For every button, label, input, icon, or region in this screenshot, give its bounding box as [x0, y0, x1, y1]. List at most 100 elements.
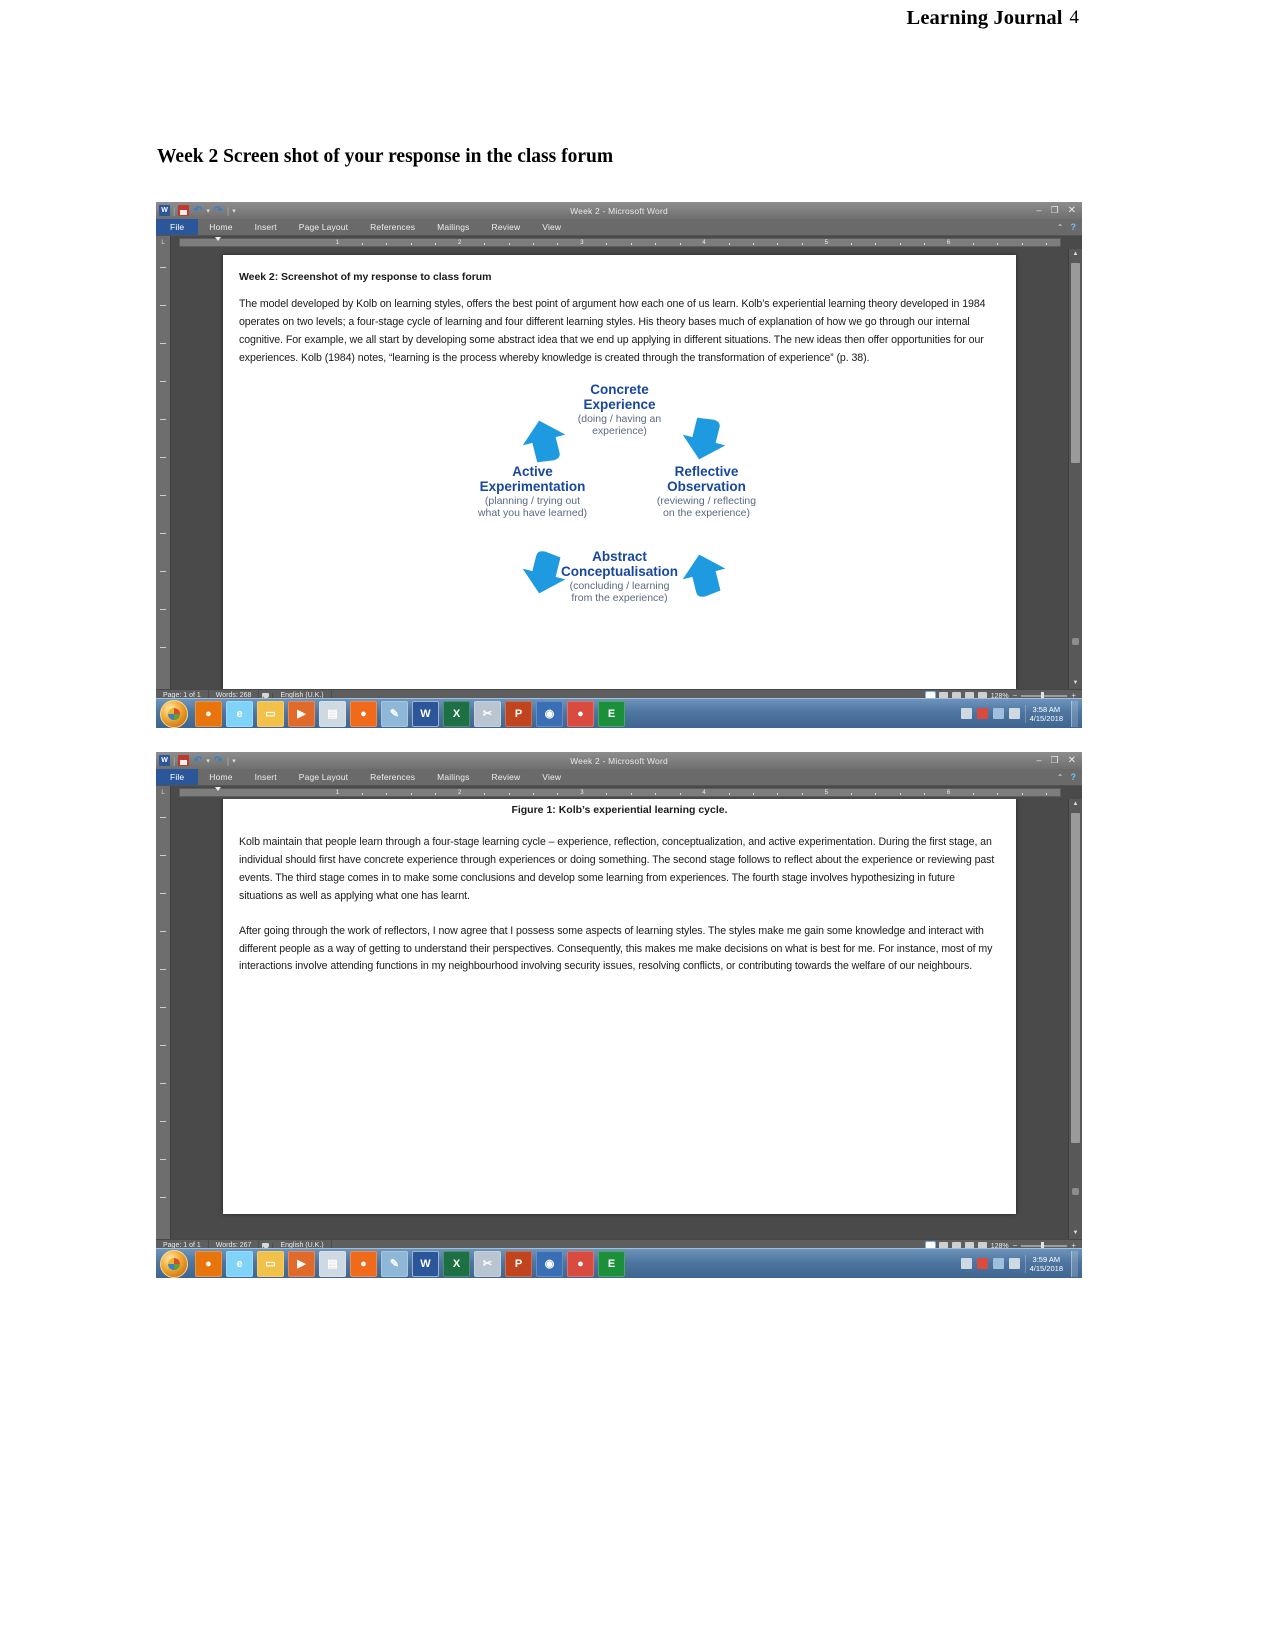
scrollbar-thumb[interactable] — [1071, 263, 1080, 463]
start-button-icon[interactable] — [160, 1249, 188, 1278]
minimize-button[interactable]: – — [1037, 206, 1042, 215]
save-icon[interactable] — [178, 755, 190, 766]
zoom-slider[interactable] — [1021, 692, 1068, 700]
excel-taskbar-icon[interactable]: X — [443, 1250, 470, 1277]
tray-network-icon[interactable] — [992, 1258, 1004, 1269]
ribbon-tab-file[interactable]: File — [156, 219, 199, 235]
ribbon-tab-references[interactable]: References — [359, 769, 426, 785]
zotero-taskbar-icon[interactable]: ◉ — [536, 700, 563, 727]
ribbon-tab-view[interactable]: View — [531, 769, 572, 785]
save-icon[interactable] — [178, 205, 190, 216]
window-controls[interactable]: – ❐ ✕ — [1037, 205, 1082, 216]
vertical-ruler[interactable] — [156, 249, 171, 689]
vertical-scrollbar[interactable]: ▲ ▼ — [1068, 799, 1082, 1239]
document-canvas[interactable]: Figure 1: Kolb’s experiential learning c… — [171, 799, 1068, 1239]
word-taskbar-icon[interactable]: W — [412, 1250, 439, 1277]
internet-explorer-taskbar-icon[interactable]: e — [226, 700, 253, 727]
tray-chevron-up-icon[interactable] — [960, 708, 972, 719]
ribbon-tab-review[interactable]: Review — [481, 219, 532, 235]
quick-access-toolbar[interactable]: W | ↶ ▾ ↷ | ▾ — [156, 205, 236, 216]
media-player-taskbar-icon[interactable]: ▶ — [288, 1250, 315, 1277]
ribbon-tab-references[interactable]: References — [359, 219, 426, 235]
edge-taskbar-icon[interactable]: E — [598, 1250, 625, 1277]
tab-selector-button[interactable]: L — [156, 236, 171, 249]
ribbon-tab-bar[interactable]: File Home Insert Page Layout References … — [156, 769, 1082, 786]
tray-network-icon[interactable] — [992, 708, 1004, 719]
vertical-scrollbar[interactable]: ▲ ▼ — [1068, 249, 1082, 689]
ribbon-tab-file[interactable]: File — [156, 769, 199, 785]
paint-taskbar-icon[interactable]: ✎ — [381, 700, 408, 727]
browse-object-icon[interactable] — [1072, 638, 1079, 645]
scroll-down-arrow-icon[interactable]: ▼ — [1073, 1228, 1079, 1239]
ribbon-right-controls[interactable]: ⌃ ? — [1057, 769, 1082, 785]
tray-volume-icon[interactable] — [1008, 1258, 1020, 1269]
undo-chevron-down-icon[interactable]: ▾ — [206, 207, 210, 215]
powerpoint-taskbar-icon[interactable]: P — [505, 700, 532, 727]
taskbar-items[interactable]: ● e ▭ ▶ ▤ ● ✎ W X ✂ P ◉ ● E — [195, 700, 625, 727]
tray-chevron-up-icon[interactable] — [960, 1258, 972, 1269]
collapse-ribbon-chevron-up-icon[interactable]: ⌃ — [1057, 773, 1064, 782]
redo-icon[interactable]: ↷ — [213, 755, 224, 766]
ribbon-right-controls[interactable]: ⌃ ? — [1057, 219, 1082, 235]
restore-button[interactable]: ❐ — [1051, 206, 1059, 215]
chrome-taskbar-icon[interactable]: ● — [567, 1250, 594, 1277]
paint-taskbar-icon[interactable]: ✎ — [381, 1250, 408, 1277]
ribbon-tab-page-layout[interactable]: Page Layout — [288, 219, 359, 235]
chrome-taskbar-icon[interactable]: ● — [567, 700, 594, 727]
internet-explorer-taskbar-icon[interactable]: e — [226, 1250, 253, 1277]
taskbar-items[interactable]: ● e ▭ ▶ ▤ ● ✎ W X ✂ P ◉ ● E — [195, 1250, 625, 1277]
taskbar-clock[interactable]: 3:59 AM 4/15/2018 — [1024, 1254, 1063, 1273]
word-taskbar-icon[interactable]: W — [412, 700, 439, 727]
document-canvas[interactable]: Week 2: Screenshot of my response to cla… — [171, 249, 1068, 689]
horizontal-ruler[interactable]: 1 2 3 4 5 6 — [179, 237, 1061, 247]
minimize-button[interactable]: – — [1037, 756, 1042, 765]
ribbon-tab-insert[interactable]: Insert — [244, 769, 288, 785]
snipping-tool-taskbar-icon[interactable]: ✂ — [474, 1250, 501, 1277]
ribbon-tab-review[interactable]: Review — [481, 769, 532, 785]
snipping-tool-taskbar-icon[interactable]: ✂ — [474, 700, 501, 727]
ribbon-tab-page-layout[interactable]: Page Layout — [288, 769, 359, 785]
start-button-icon[interactable] — [160, 699, 188, 728]
mozilla-taskbar-icon[interactable]: ● — [350, 1250, 377, 1277]
help-icon[interactable]: ? — [1071, 222, 1077, 232]
indent-marker[interactable] — [215, 237, 222, 241]
customize-qat-chevron-down-icon[interactable]: ▾ — [232, 207, 236, 215]
tray-action-center-icon[interactable] — [976, 1258, 988, 1269]
show-desktop-button[interactable] — [1071, 1250, 1078, 1277]
file-explorer-taskbar-icon[interactable]: ▭ — [257, 700, 284, 727]
quick-access-toolbar[interactable]: W | ↶ ▾ ↷ | ▾ — [156, 755, 236, 766]
ribbon-tab-bar[interactable]: File Home Insert Page Layout References … — [156, 219, 1082, 236]
horizontal-ruler[interactable]: 1 2 3 4 5 6 — [179, 787, 1061, 797]
scroll-down-arrow-icon[interactable]: ▼ — [1073, 678, 1079, 689]
zoom-slider[interactable] — [1021, 1242, 1068, 1250]
undo-icon[interactable]: ↶ — [192, 205, 203, 216]
customize-qat-chevron-down-icon[interactable]: ▾ — [232, 757, 236, 765]
calculator-taskbar-icon[interactable]: ▤ — [319, 700, 346, 727]
ribbon-tab-home[interactable]: Home — [198, 769, 243, 785]
scrollbar-thumb[interactable] — [1071, 813, 1080, 1143]
ribbon-tab-insert[interactable]: Insert — [244, 219, 288, 235]
system-tray[interactable]: 3:58 AM 4/15/2018 — [960, 699, 1082, 728]
window-controls[interactable]: – ❐ ✕ — [1037, 755, 1082, 766]
browse-object-icon[interactable] — [1072, 1188, 1079, 1195]
calculator-taskbar-icon[interactable]: ▤ — [319, 1250, 346, 1277]
ribbon-tab-view[interactable]: View — [531, 219, 572, 235]
restore-button[interactable]: ❐ — [1051, 756, 1059, 765]
windows-taskbar-1[interactable]: ● e ▭ ▶ ▤ ● ✎ W X ✂ P ◉ ● E 3:58 AM 4/15/2018 — [156, 698, 1082, 728]
indent-marker[interactable] — [215, 787, 222, 791]
close-button[interactable]: ✕ — [1068, 755, 1076, 766]
powerpoint-taskbar-icon[interactable]: P — [505, 1250, 532, 1277]
collapse-ribbon-chevron-up-icon[interactable]: ⌃ — [1057, 223, 1064, 232]
media-player-taskbar-icon[interactable]: ▶ — [288, 700, 315, 727]
show-desktop-button[interactable] — [1071, 700, 1078, 727]
mozilla-taskbar-icon[interactable]: ● — [350, 700, 377, 727]
close-button[interactable]: ✕ — [1068, 205, 1076, 216]
edge-taskbar-icon[interactable]: E — [598, 700, 625, 727]
zotero-taskbar-icon[interactable]: ◉ — [536, 1250, 563, 1277]
taskbar-clock[interactable]: 3:58 AM 4/15/2018 — [1024, 704, 1063, 723]
redo-icon[interactable]: ↷ — [213, 205, 224, 216]
document-page-surface[interactable]: Figure 1: Kolb’s experiential learning c… — [223, 799, 1016, 1214]
ribbon-tab-home[interactable]: Home — [198, 219, 243, 235]
undo-icon[interactable]: ↶ — [192, 755, 203, 766]
system-tray[interactable]: 3:59 AM 4/15/2018 — [960, 1249, 1082, 1278]
